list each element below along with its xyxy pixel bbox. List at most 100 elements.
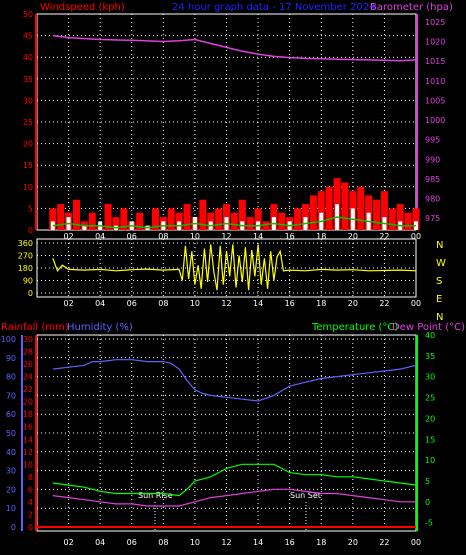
x-tick-label: 06 — [127, 232, 137, 241]
direction-y-tick-label: 180 — [18, 264, 33, 273]
x-tick-label: 16 — [285, 299, 295, 308]
x-tick-label: 10 — [190, 538, 200, 547]
temperature-axis-title: Temperature (°C) — [311, 322, 398, 333]
temperature-y-tick-label: 15 — [425, 435, 435, 444]
compass-w: W — [436, 258, 446, 269]
compass-n-top: N — [436, 240, 443, 251]
humidity-y-tick-label: 0 — [11, 523, 16, 532]
wind-y-tick-label: 25 — [23, 118, 33, 127]
temperature-y-tick-label: -5 — [425, 519, 433, 528]
barometer-axis-title: Barometer (hpa) — [370, 2, 453, 13]
temperature-y-tick-label: 25 — [425, 394, 435, 403]
wind-y-tick-label: 35 — [23, 75, 33, 84]
compass-n-bottom: N — [436, 312, 443, 323]
rainfall-y-tick-label: 16 — [23, 423, 33, 432]
x-tick-label: 14 — [253, 538, 263, 547]
wind-bar — [357, 186, 365, 230]
temperature-line — [52, 463, 417, 497]
wind-y-tick-label: 10 — [23, 183, 33, 192]
barometer-y-tick-label: 1025 — [425, 18, 445, 27]
rainfall-y-tick-label: 20 — [23, 398, 33, 407]
x-tick-label: 08 — [158, 232, 168, 241]
wind-bar — [215, 208, 223, 230]
wind-bar — [57, 204, 65, 230]
wind-y-tick-label: 15 — [23, 161, 33, 170]
x-tick-label: 22 — [379, 232, 389, 241]
wind-bar — [294, 208, 302, 230]
humidity-axis-title: Humidity (%) — [67, 322, 133, 333]
direction-y-tick-label: 360 — [18, 239, 33, 248]
wind-y-tick-label: 20 — [23, 140, 33, 149]
direction-y-tick-label: 270 — [18, 252, 33, 261]
wind-y-tick-label: 50 — [23, 10, 33, 19]
temperature-y-tick-label: 0 — [425, 498, 430, 507]
x-tick-label: 20 — [348, 538, 358, 547]
barometer-y-tick-label: 985 — [425, 175, 440, 184]
wind-y-tick-label: 45 — [23, 32, 33, 41]
x-tick-label: 12 — [221, 538, 231, 547]
x-tick-label: 12 — [221, 299, 231, 308]
x-tick-label: 02 — [63, 538, 73, 547]
temperature-y-tick-label: 5 — [425, 477, 430, 486]
x-tick-label: 04 — [95, 232, 105, 241]
humidity-y-tick-label: 80 — [6, 373, 16, 382]
barometer-y-tick-label: 980 — [425, 195, 440, 204]
wind-bar — [278, 212, 286, 230]
barometer-y-tick-label: 1005 — [425, 96, 445, 105]
barometer-y-tick-label: 995 — [425, 136, 440, 145]
x-tick-label: 04 — [95, 299, 105, 308]
humidity-y-tick-label: 100 — [1, 335, 16, 344]
x-tick-label: 20 — [348, 232, 358, 241]
wind-bar — [167, 208, 175, 230]
weather-graph: Windspeed (kph) 24 hour graph data - 17 … — [1, 2, 465, 547]
x-tick-label: 06 — [127, 538, 137, 547]
temperature-y-tick-label: 20 — [425, 414, 435, 423]
direction-y-tick-label: 0 — [28, 289, 33, 298]
rainfall-y-tick-label: 26 — [23, 360, 33, 369]
rainfall-y-tick-label: 0 — [28, 523, 33, 532]
humidity-y-tick-label: 60 — [6, 410, 16, 419]
x-tick-label: 10 — [190, 232, 200, 241]
x-tick-label: 00 — [411, 538, 421, 547]
rainfall-y-tick-label: 8 — [28, 473, 33, 482]
rainfall-y-tick-label: 10 — [23, 460, 33, 469]
x-tick-label: 16 — [285, 538, 295, 547]
barometer-y-tick-label: 975 — [425, 214, 440, 223]
rainfall-y-tick-label: 30 — [23, 335, 33, 344]
x-tick-label: 02 — [63, 232, 73, 241]
x-tick-label: 16 — [285, 232, 295, 241]
x-tick-label: 02 — [63, 299, 73, 308]
rainfall-y-tick-label: 4 — [28, 498, 33, 507]
wind-bar — [388, 208, 396, 230]
windspeed-axis-title: Windspeed (kph) — [40, 2, 125, 13]
x-tick-label: 12 — [221, 232, 231, 241]
humidity-y-tick-label: 30 — [6, 467, 16, 476]
x-tick-label: 06 — [127, 299, 137, 308]
sunrise-label: Sun Rise — [138, 491, 173, 500]
x-tick-label: 00 — [411, 232, 421, 241]
wind-y-tick-label: 5 — [28, 204, 33, 213]
wind-bar — [373, 199, 381, 230]
x-tick-label: 14 — [253, 299, 263, 308]
rainfall-y-tick-label: 14 — [23, 435, 33, 444]
rainfall-y-tick-label: 24 — [23, 373, 33, 382]
barometer-y-tick-label: 1020 — [425, 37, 445, 46]
compass-s: S — [436, 276, 442, 287]
humidity-y-tick-label: 10 — [6, 504, 16, 513]
compass-e: E — [436, 294, 442, 305]
temperature-y-tick-label: 40 — [425, 331, 435, 340]
direction-y-tick-label: 90 — [23, 277, 33, 286]
humidity-y-tick-label: 20 — [6, 485, 16, 494]
wind-y-tick-label: 30 — [23, 96, 33, 105]
wind-bar — [183, 204, 191, 230]
barometer-y-tick-label: 1015 — [425, 57, 445, 66]
x-tick-label: 08 — [158, 299, 168, 308]
temperature-y-tick-label: 35 — [425, 352, 435, 361]
x-tick-label: 14 — [253, 232, 263, 241]
x-tick-label: 22 — [379, 538, 389, 547]
temperature-y-tick-label: 30 — [425, 373, 435, 382]
graph-title: 24 hour graph data - 17 November 2024 — [172, 2, 375, 13]
x-tick-label: 18 — [316, 299, 326, 308]
rainfall-y-tick-label: 2 — [28, 510, 33, 519]
wind-bar — [309, 195, 317, 230]
